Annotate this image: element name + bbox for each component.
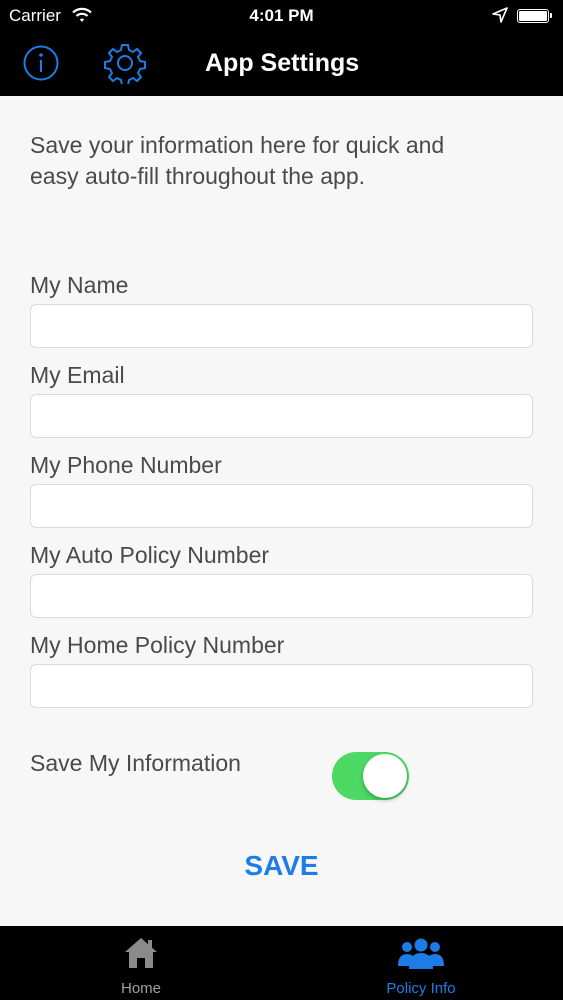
tab-policy-info[interactable]: Policy Info [341,926,501,1000]
phone-label: My Phone Number [30,452,222,478]
battery-icon [517,9,552,23]
navigation-bar: App Settings [0,32,563,96]
status-time: 4:01 PM [249,6,314,25]
tab-home[interactable]: Home [61,926,221,1000]
home-icon [61,936,221,975]
save-button[interactable]: SAVE [0,850,563,882]
auto-policy-label: My Auto Policy Number [30,542,270,568]
page-title: App Settings [205,49,360,77]
email-label: My Email [30,362,125,388]
email-input[interactable] [30,394,533,438]
status-bar: Carrier 4:01 PM [0,0,563,32]
save-info-label: Save My Information [30,750,241,776]
location-arrow-icon [492,7,508,28]
intro-text: Save your information here for quick and… [30,132,445,189]
toggle-knob [363,754,407,798]
home-policy-label: My Home Policy Number [30,632,285,658]
home-policy-input[interactable] [30,664,533,708]
people-icon [341,936,501,975]
tab-policy-info-label: Policy Info [386,980,456,997]
name-label: My Name [30,272,129,298]
phone-input[interactable] [30,484,533,528]
tab-bar: Home Policy Info [0,926,563,1000]
tab-home-label: Home [120,980,161,997]
name-input[interactable] [30,304,533,348]
gear-icon[interactable] [104,42,146,86]
save-info-toggle[interactable] [332,752,409,800]
info-icon[interactable] [22,44,60,82]
app-settings-screen: Carrier 4:01 PM App Settings Save your i… [0,0,563,1000]
auto-policy-input[interactable] [30,574,533,618]
